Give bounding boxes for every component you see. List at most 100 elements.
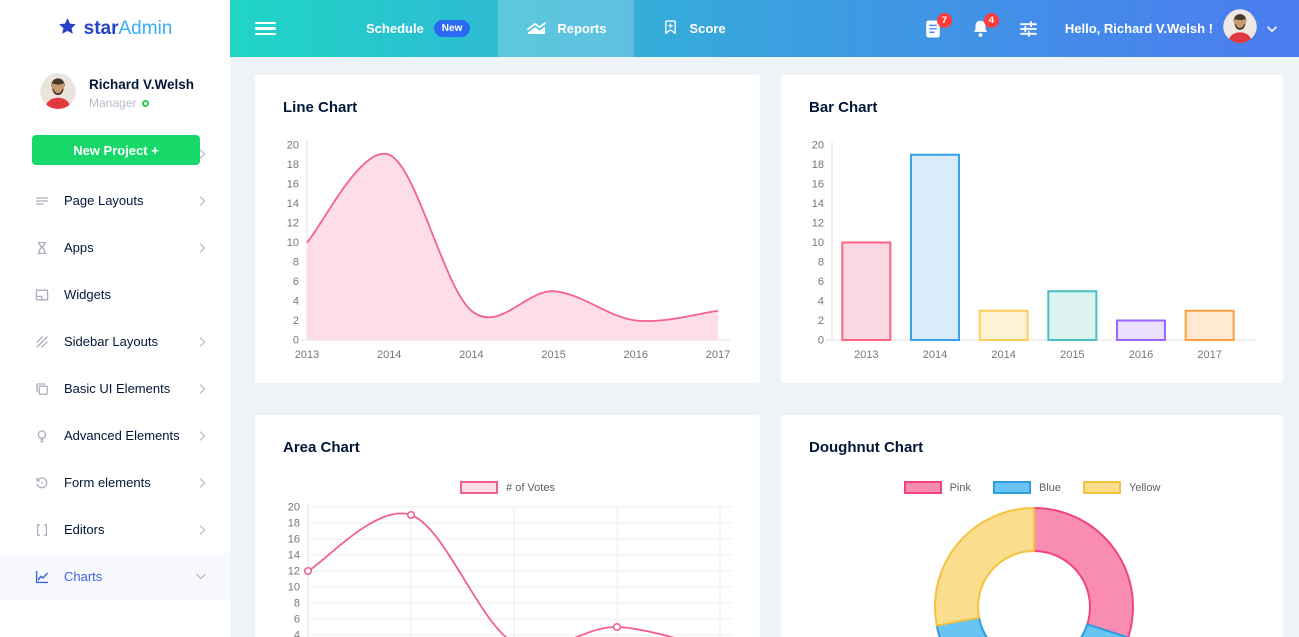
area-chart-canvas: 0246810121416182020132014201520162017 xyxy=(273,477,743,637)
notifications-icon[interactable]: 4 xyxy=(971,19,991,39)
svg-text:6: 6 xyxy=(818,276,824,288)
line-chart-card: Line Chart 02468101214161820201320142014… xyxy=(255,75,760,383)
svg-text:4: 4 xyxy=(293,296,299,308)
main-content: Line Chart 02468101214161820201320142014… xyxy=(230,57,1299,637)
chevron-right-icon xyxy=(199,196,206,206)
svg-text:10: 10 xyxy=(812,237,824,249)
nav-item-schedule[interactable]: Schedule New xyxy=(338,0,498,57)
bar-chart-title: Bar Chart xyxy=(809,99,877,116)
area-chart-card: Area Chart # of Votes 024681012141618202… xyxy=(255,415,760,637)
sidebar-item-apps[interactable]: Apps xyxy=(0,224,230,271)
svg-text:0: 0 xyxy=(818,335,824,347)
page-layouts-icon xyxy=(34,193,50,209)
chevron-right-icon xyxy=(199,384,206,394)
alerts-count-badge: 4 xyxy=(984,13,999,28)
chevron-right-icon xyxy=(199,478,206,488)
svg-text:12: 12 xyxy=(812,218,824,230)
chevron-right-icon xyxy=(199,431,206,441)
svg-text:14: 14 xyxy=(812,198,824,210)
nav-item-score[interactable]: Score xyxy=(634,0,753,57)
svg-text:16: 16 xyxy=(288,534,300,546)
chevron-right-icon xyxy=(199,337,206,347)
svg-text:2017: 2017 xyxy=(706,349,730,361)
svg-text:2015: 2015 xyxy=(1060,349,1084,361)
sidebar-item-advanced-elements[interactable]: Advanced Elements xyxy=(0,412,230,459)
sidebar-item-page-layouts[interactable]: Page Layouts xyxy=(0,177,230,224)
svg-text:10: 10 xyxy=(287,237,299,249)
doughnut-chart-card: Doughnut Chart Pink Blue Yellow xyxy=(781,415,1283,637)
navbar-right: 7 4 Hello, Richard V.Welsh ! xyxy=(924,0,1277,57)
profile-name: Richard V.Welsh xyxy=(89,77,194,92)
brand-text-primary: star xyxy=(84,18,119,39)
brand-logo[interactable]: starAdmin xyxy=(0,0,230,57)
navbar-avatar xyxy=(1223,9,1257,48)
svg-text:12: 12 xyxy=(287,218,299,230)
svg-text:20: 20 xyxy=(288,502,300,514)
svg-text:18: 18 xyxy=(287,159,299,171)
sidebar-item-charts[interactable]: Charts xyxy=(0,553,230,600)
svg-text:10: 10 xyxy=(288,582,300,594)
svg-text:20: 20 xyxy=(812,140,824,152)
bar-chart-card: Bar Chart 024681012141618202013201420142… xyxy=(781,75,1283,383)
svg-text:6: 6 xyxy=(293,276,299,288)
svg-text:6: 6 xyxy=(294,614,300,626)
sidebar-item-form-elements[interactable]: Form elements xyxy=(0,459,230,506)
svg-text:12: 12 xyxy=(288,566,300,578)
apps-icon xyxy=(34,240,50,256)
svg-text:2014: 2014 xyxy=(459,349,483,361)
user-menu[interactable]: Hello, Richard V.Welsh ! xyxy=(1065,9,1277,48)
bar-chart-canvas: 0246810121416182020132014201420152016201… xyxy=(799,131,1269,371)
sidebar-item-sidebar-layouts[interactable]: Sidebar Layouts xyxy=(0,318,230,365)
sidebar-item-basic-ui-elements[interactable]: Basic UI Elements xyxy=(0,365,230,412)
doughnut-chart-title: Doughnut Chart xyxy=(809,439,923,456)
svg-text:8: 8 xyxy=(818,257,824,269)
svg-text:8: 8 xyxy=(293,257,299,269)
svg-text:4: 4 xyxy=(294,630,300,637)
navbar-menu: Schedule New Reports Score xyxy=(338,0,754,57)
svg-text:0: 0 xyxy=(293,335,299,347)
top-navbar: Schedule New Reports Score 7 xyxy=(230,0,1299,57)
svg-text:2016: 2016 xyxy=(624,349,648,361)
svg-text:2014: 2014 xyxy=(377,349,401,361)
sidebar-item-editors[interactable]: Editors xyxy=(0,506,230,553)
profile-avatar xyxy=(40,73,76,114)
basic-ui-icon xyxy=(34,381,50,397)
svg-text:2014: 2014 xyxy=(923,349,947,361)
svg-text:2017: 2017 xyxy=(1197,349,1221,361)
chevron-down-icon xyxy=(1267,20,1277,38)
menu-icon[interactable] xyxy=(255,19,276,39)
line-chart-canvas: 0246810121416182020132014201420152016201… xyxy=(273,131,743,371)
nav-item-reports[interactable]: Reports xyxy=(498,0,634,57)
sidebar-item-widgets[interactable]: Widgets xyxy=(0,271,230,318)
greeting-text: Hello, Richard V.Welsh ! xyxy=(1065,21,1213,36)
svg-text:2015: 2015 xyxy=(541,349,565,361)
line-chart-title: Line Chart xyxy=(283,99,357,116)
star-icon xyxy=(58,17,77,41)
editors-icon xyxy=(34,522,50,538)
svg-text:16: 16 xyxy=(812,179,824,191)
svg-text:8: 8 xyxy=(294,598,300,610)
settings-icon[interactable] xyxy=(1018,19,1038,39)
svg-text:20: 20 xyxy=(287,140,299,152)
chevron-right-icon xyxy=(199,243,206,253)
svg-text:2014: 2014 xyxy=(991,349,1015,361)
brand-text-secondary: Admin xyxy=(119,18,173,39)
widgets-icon xyxy=(34,287,50,303)
messages-icon[interactable]: 7 xyxy=(924,19,944,39)
svg-text:2013: 2013 xyxy=(854,349,878,361)
sidebar-layouts-icon xyxy=(34,334,50,350)
svg-text:2: 2 xyxy=(818,315,824,327)
new-project-button[interactable]: New Project + xyxy=(32,135,200,165)
svg-text:14: 14 xyxy=(287,198,299,210)
new-badge: New xyxy=(434,20,471,37)
sidebar-menu: Dashboard Page Layouts Apps Widgets Side… xyxy=(0,130,230,600)
user-profile[interactable]: Richard V.Welsh Manager xyxy=(0,57,230,114)
advanced-elements-icon xyxy=(34,428,50,444)
messages-count-badge: 7 xyxy=(937,13,952,28)
chevron-right-icon xyxy=(199,525,206,535)
online-dot xyxy=(142,100,149,107)
app-window: starAdmin Richard V.Welsh Manager xyxy=(0,0,1299,637)
form-elements-icon xyxy=(34,475,50,491)
svg-text:2: 2 xyxy=(293,315,299,327)
charts-icon xyxy=(34,569,50,585)
